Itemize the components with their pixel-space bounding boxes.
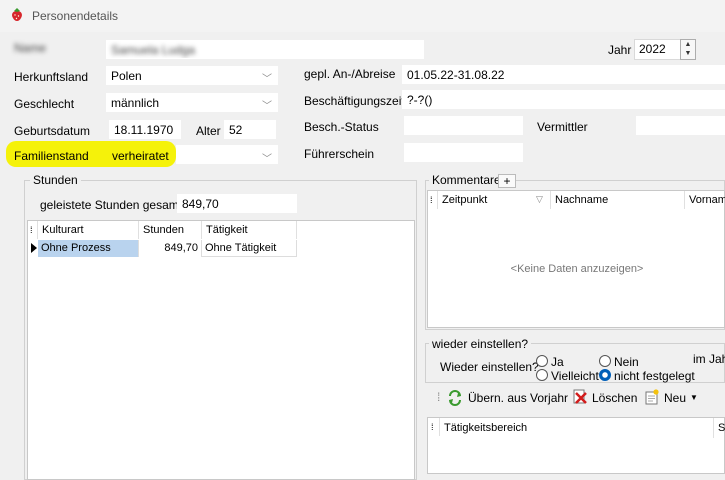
strawberry-icon (12, 8, 22, 21)
geschlecht-combo[interactable]: männlich (106, 93, 278, 112)
besch-status-label: Besch.-Status (304, 120, 379, 134)
beschaeftigungszeitr-field[interactable]: ?-?() (402, 90, 725, 109)
radio-label[interactable]: Ja (551, 355, 564, 369)
column-header[interactable]: Stunden (139, 221, 202, 239)
stunden-total-field[interactable]: 849,70 (177, 194, 297, 213)
name-label: Name (14, 41, 47, 55)
radio-ja[interactable] (536, 355, 548, 367)
filter-icon[interactable]: ▽ (536, 194, 543, 205)
neu-button[interactable]: Neu (664, 391, 686, 405)
taetigkeit-grid[interactable]: ⁞ Tätigkeitsbereich St (427, 417, 725, 474)
name-field[interactable]: Samuela Ludga (106, 40, 424, 59)
radio-label[interactable]: nicht festgelegt (614, 369, 695, 383)
row-indicator-icon (31, 243, 37, 253)
table-cell[interactable]: Ohne Prozess (38, 240, 139, 257)
vermittler-field[interactable] (636, 116, 725, 135)
empty-message: <Keine Daten anzuzeigen> (510, 263, 644, 275)
column-header[interactable]: St (714, 418, 725, 438)
jahr-input[interactable]: 2022 (634, 39, 682, 60)
column-header[interactable]: Zeitpunkt (438, 191, 551, 209)
spin-down-icon[interactable]: ▼ (681, 49, 695, 58)
new-document-icon[interactable] (644, 389, 660, 405)
stunden-grid[interactable]: ⁞ Kulturart Stunden Tätigkeit Ohne Proze… (27, 220, 415, 480)
geschlecht-label: Geschlecht (14, 97, 75, 111)
jahr-label: Jahr (608, 43, 632, 57)
column-header[interactable]: Tätigkeit (202, 221, 297, 239)
familienstand-value[interactable]: verheiratet (112, 149, 169, 163)
add-comment-button[interactable]: + (498, 174, 516, 188)
alter-label: Alter (196, 124, 221, 138)
im-jahr-label: im Jahr (693, 352, 725, 366)
uebern-aus-vorjahr-button[interactable]: Übern. aus Vorjahr (468, 391, 568, 405)
geburtsdatum-label: Geburtsdatum (14, 124, 91, 138)
table-cell[interactable]: Ohne Tätigkeit (202, 240, 297, 257)
kommentare-group-title: Kommentare (429, 173, 504, 187)
alter-field[interactable]: 52 (224, 120, 276, 139)
radio-vielleicht[interactable] (536, 369, 548, 381)
radio-label[interactable]: Nein (614, 355, 639, 369)
column-header[interactable]: Vorname (685, 191, 725, 209)
name-value: Samuela Ludga (111, 43, 196, 57)
fuehrerschein-label: Führerschein (304, 147, 375, 161)
besch-status-field[interactable] (404, 116, 523, 135)
herkunftsland-combo[interactable]: Polen (106, 66, 278, 85)
wieder-question-label: Wieder einstellen? (440, 360, 539, 374)
radio-nein[interactable] (599, 355, 611, 367)
column-header[interactable]: Tätigkeitsbereich (440, 418, 714, 438)
radio-label[interactable]: Vielleicht (551, 369, 599, 383)
delete-icon[interactable] (572, 389, 588, 405)
column-header[interactable]: Kulturart (38, 221, 139, 239)
radio-nicht-festgelegt[interactable] (599, 369, 611, 381)
stunden-group-title: Stunden (30, 173, 81, 187)
kommentare-grid[interactable]: ⁞ Zeitpunkt ▽ Nachname Vorname <Keine Da… (427, 190, 725, 328)
fuehrerschein-field[interactable] (404, 143, 523, 162)
column-header[interactable]: Nachname (551, 191, 685, 209)
chevron-down-icon[interactable]: ﹀ (262, 70, 272, 85)
anabreise-field[interactable]: 01.05.22-31.08.22 (402, 65, 725, 84)
stunden-total-label: geleistete Stunden gesamt: (40, 198, 186, 212)
herkunftsland-label: Herkunftsland (14, 70, 89, 84)
jahr-spinner[interactable]: ▲ ▼ (680, 39, 696, 60)
anabreise-label: gepl. An-/Abreise (304, 67, 396, 81)
grid-menu-icon[interactable]: ⁞ (428, 191, 438, 209)
window-title: Personendetails (32, 9, 119, 23)
grid-menu-icon[interactable]: ⁞ (28, 221, 38, 239)
table-cell[interactable]: 849,70 (139, 240, 202, 257)
geschlecht-value: männlich (111, 96, 160, 110)
herkunftsland-value: Polen (111, 69, 142, 83)
grid-menu-icon[interactable]: ⁞ (428, 418, 440, 436)
chevron-down-icon[interactable]: ﹀ (262, 97, 272, 112)
geburtsdatum-field[interactable]: 18.11.1970 (109, 120, 181, 139)
chevron-down-icon[interactable]: ﹀ (262, 150, 272, 165)
spin-up-icon[interactable]: ▲ (681, 40, 695, 49)
refresh-icon[interactable] (447, 390, 463, 406)
toolbar-grip-icon: ⁞ (437, 390, 441, 404)
vermittler-label: Vermittler (537, 120, 588, 134)
familienstand-label: Familienstand (14, 149, 89, 163)
loeschen-button[interactable]: Löschen (592, 391, 637, 405)
beschaeftigungszeitr-label: Beschäftigungszeitr. (304, 94, 412, 108)
dropdown-arrow-icon[interactable]: ▼ (690, 393, 698, 402)
wieder-group-title: wieder einstellen? (429, 337, 532, 351)
